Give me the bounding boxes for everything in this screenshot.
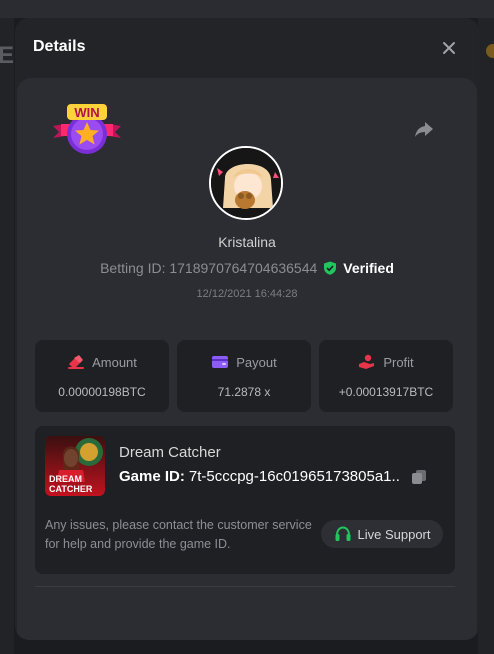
verified-label: Verified [343, 260, 394, 276]
game-thumbnail[interactable]: DREAM CATCHER [45, 436, 105, 496]
game-id-value: 7t-5cccpg-16c01965173805a1... [188, 468, 401, 485]
stat-card-amount: Amount 0.00000198BTC [35, 340, 169, 412]
stat-card-profit: Profit +0.00013917BTC [319, 340, 453, 412]
game-id-label: Game ID: [119, 468, 185, 485]
details-modal: Details WIN Kristalina Betting ID: 17189… [15, 18, 479, 640]
game-thumbnail-title-2: CATCHER [49, 484, 93, 494]
divider [35, 586, 455, 587]
stat-header-payout: Payout [177, 354, 311, 370]
betting-id-row: Betting ID: 1718970764704636544 Verified [17, 260, 477, 276]
win-badge: WIN [51, 102, 123, 158]
verified-shield-icon [324, 261, 337, 275]
bet-timestamp: 12/12/2021 16:44:28 [196, 288, 298, 300]
stat-header-profit: Profit [319, 354, 453, 370]
live-support-button[interactable]: Live Support [321, 520, 443, 548]
bet-details-panel: WIN Kristalina Betting ID: 1718970764704… [17, 78, 477, 640]
page-backdrop-right [478, 18, 494, 654]
stat-card-payout: Payout 71.2878 x [177, 340, 311, 412]
coins-icon [68, 355, 85, 369]
live-support-label: Live Support [357, 526, 431, 542]
username: Kristalina [218, 234, 276, 250]
modal-title: Details [33, 38, 86, 55]
stat-value-amount: 0.00000198BTC [58, 385, 146, 399]
stat-label-payout: Payout [236, 354, 277, 370]
win-badge-text: WIN [74, 105, 99, 120]
stat-label-profit: Profit [383, 354, 414, 370]
stat-label-amount: Amount [92, 354, 137, 370]
page-backdrop-left: E [0, 18, 14, 654]
backdrop-logo-fragment: E [0, 42, 15, 69]
avatar [209, 146, 283, 220]
close-icon [443, 42, 455, 54]
stat-header-amount: Amount [35, 354, 169, 370]
stat-value-payout: 71.2878 x [217, 385, 271, 399]
game-info-card: DREAM CATCHER Dream Catcher Game ID: 7t-… [35, 426, 455, 574]
wallet-icon [212, 356, 229, 368]
support-note: Any issues, please contact the customer … [45, 518, 312, 551]
share-icon [415, 122, 433, 137]
game-name: Dream Catcher [119, 444, 221, 461]
close-button[interactable] [437, 36, 461, 60]
modal-header: Details [15, 18, 479, 76]
headset-icon [335, 526, 350, 541]
hand-coin-icon [359, 354, 375, 369]
backdrop-coin-icon [486, 44, 494, 58]
betting-id: Betting ID: 1718970764704636544 [100, 260, 318, 276]
stat-value-profit: +0.00013917BTC [338, 385, 434, 399]
game-id-row: Game ID: 7t-5cccpg-16c01965173805a1... [119, 468, 427, 485]
game-thumbnail-title-1: DREAM [49, 474, 82, 484]
share-button[interactable] [413, 118, 435, 140]
copy-icon[interactable] [411, 469, 427, 485]
page-backdrop-top [0, 0, 494, 18]
